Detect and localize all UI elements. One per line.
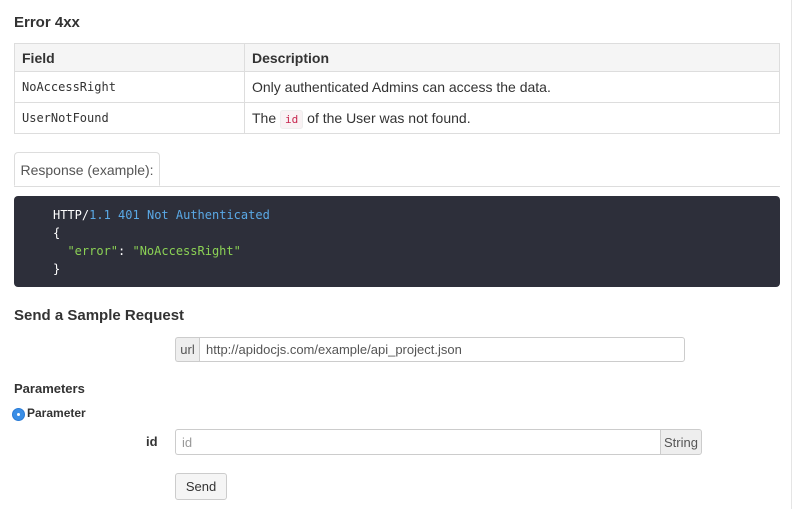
code-token: "error" xyxy=(67,244,119,258)
description-text: of the User was not found. xyxy=(307,110,471,126)
code-token: HTTP/ xyxy=(53,208,90,222)
sample-request-title: Send a Sample Request xyxy=(14,307,185,324)
id-field-label: id xyxy=(146,434,158,449)
id-input[interactable]: id xyxy=(175,429,660,455)
error-table: Field Description NoAccessRight Only aut… xyxy=(14,43,780,134)
code-token: { xyxy=(53,226,61,240)
error-description-cell: Only authenticated Admins can access the… xyxy=(244,71,780,103)
code-token: 401 xyxy=(118,208,140,222)
error-field-cell: NoAccessRight xyxy=(14,71,245,103)
error-field-cell: UserNotFound xyxy=(14,102,245,134)
parameters-title: Parameters xyxy=(14,381,85,396)
url-addon: url xyxy=(175,337,199,362)
code-token: } xyxy=(53,262,61,276)
id-type-addon: String xyxy=(660,429,702,455)
description-column-header: Description xyxy=(244,43,780,72)
error-description-cell: The id of the User was not found. xyxy=(244,102,780,134)
parameter-group-label: Parameter xyxy=(27,406,86,420)
id-input-group: id String xyxy=(175,429,702,455)
table-row: NoAccessRight Only authenticated Admins … xyxy=(14,71,780,103)
code-token: "NoAccessRight" xyxy=(132,244,241,258)
response-code-block: HTTP/1.1 401 Not Authenticated { "error"… xyxy=(14,196,780,287)
inline-code: id xyxy=(280,110,304,129)
parameter-group-radio[interactable] xyxy=(12,408,25,421)
tab-response-example[interactable]: Response (example): xyxy=(14,152,160,186)
code-token: Not Authenticated xyxy=(146,208,270,222)
code-token: : xyxy=(118,244,133,258)
code-token: 1.1 xyxy=(89,208,111,222)
table-row: UserNotFound The id of the User was not … xyxy=(14,102,780,134)
error-section-title: Error 4xx xyxy=(14,14,80,31)
scrollbar-edge xyxy=(791,0,792,509)
send-button[interactable]: Send xyxy=(175,473,227,500)
table-header-row: Field Description xyxy=(14,43,780,72)
url-input-group: url http://apidocjs.com/example/api_proj… xyxy=(175,337,685,362)
field-column-header: Field xyxy=(14,43,245,72)
description-text: Only authenticated Admins can access the… xyxy=(252,79,551,95)
url-input[interactable]: http://apidocjs.com/example/api_project.… xyxy=(199,337,685,362)
description-text: The xyxy=(252,110,277,126)
